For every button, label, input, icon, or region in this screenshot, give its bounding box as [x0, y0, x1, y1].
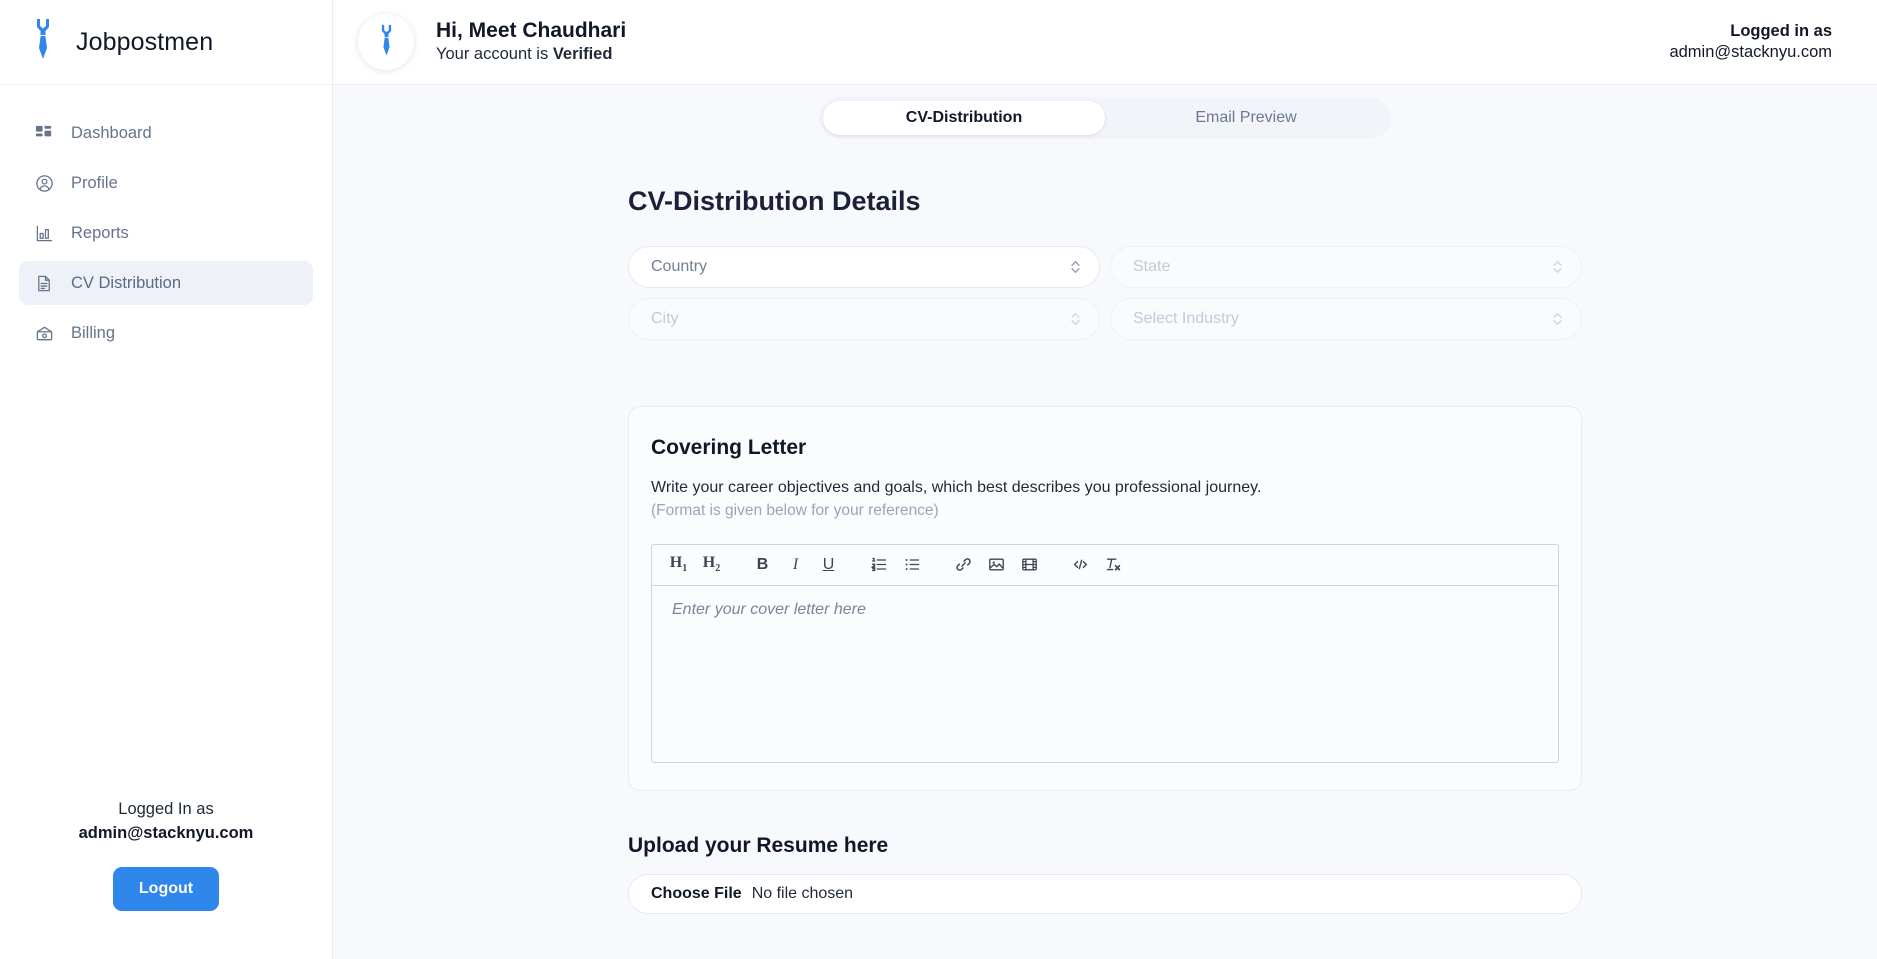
- sidebar-logged-in-email: admin@stacknyu.com: [78, 824, 254, 842]
- resume-file-input[interactable]: Choose File No file chosen: [628, 873, 1582, 914]
- content-scroll: CV-Distribution Email Preview CV-Distrib…: [333, 85, 1877, 959]
- bold-icon[interactable]: B: [747, 549, 778, 580]
- choose-file-button[interactable]: Choose File: [651, 885, 742, 903]
- sidebar-item-label: Billing: [71, 323, 116, 342]
- avatar[interactable]: [358, 14, 414, 70]
- main-area: Hi, Meet Chaudhari Your account is Verif…: [333, 0, 1877, 959]
- chevron-updown-icon: [1070, 311, 1081, 328]
- covering-letter-note: (Format is given below for your referenc…: [651, 502, 939, 520]
- ordered-list-icon[interactable]: [864, 549, 895, 580]
- sidebar-item-label: Profile: [71, 173, 118, 192]
- video-icon[interactable]: [1014, 549, 1045, 580]
- brand[interactable]: Jobpostmen: [0, 0, 332, 85]
- chevron-updown-icon: [1552, 311, 1563, 328]
- app-root: Jobpostmen Dashboard Profile Reports CV …: [0, 0, 1877, 959]
- sidebar-logged-in-label: Logged In as: [118, 800, 214, 818]
- grid-icon: [35, 124, 54, 143]
- sidebar-item-label: CV Distribution: [71, 273, 182, 292]
- image-icon[interactable]: [981, 549, 1012, 580]
- topbar: Hi, Meet Chaudhari Your account is Verif…: [333, 0, 1877, 85]
- industry-select-value: Select Industry: [1133, 310, 1239, 327]
- necktie-icon: [28, 18, 58, 66]
- state-select-value: State: [1133, 258, 1171, 275]
- greeting-block: Hi, Meet Chaudhari Your account is Verif…: [436, 18, 626, 66]
- brand-name: Jobpostmen: [76, 27, 214, 56]
- industry-select[interactable]: Select Industry: [1110, 298, 1582, 340]
- logged-in-as-label: Logged in as: [1730, 21, 1832, 40]
- sidebar-item-cv-distribution[interactable]: CV Distribution: [19, 261, 313, 305]
- document-icon: [35, 274, 54, 293]
- logout-button[interactable]: Logout: [112, 867, 220, 911]
- topbar-account-info: Logged in as admin@stacknyu.com: [1669, 21, 1832, 64]
- code-icon[interactable]: [1065, 549, 1096, 580]
- underline-icon[interactable]: U: [813, 549, 844, 580]
- link-icon[interactable]: [948, 549, 979, 580]
- greeting-text: Hi, Meet Chaudhari: [436, 19, 627, 43]
- city-select-value: City: [651, 310, 679, 327]
- sidebar-item-billing[interactable]: Billing: [19, 311, 313, 355]
- tab-switcher: CV-Distribution Email Preview: [819, 97, 1391, 139]
- chevron-updown-icon: [1552, 259, 1563, 276]
- heading-1-icon[interactable]: H1: [663, 549, 694, 580]
- city-select[interactable]: City: [628, 298, 1100, 340]
- tab-cv-distribution[interactable]: CV-Distribution: [823, 101, 1105, 135]
- covering-letter-card: Covering Letter Write your career object…: [628, 406, 1582, 791]
- status-badge: Verified: [552, 45, 613, 64]
- clear-format-icon[interactable]: [1098, 549, 1129, 580]
- logged-in-as-email: admin@stacknyu.com: [1669, 43, 1832, 61]
- upload-resume-title: Upload your Resume here: [628, 833, 889, 857]
- account-status-prefix: Your account is: [436, 45, 553, 64]
- tab-email-preview[interactable]: Email Preview: [1105, 101, 1387, 135]
- location-filters: Country State City Select Industry: [628, 246, 1582, 340]
- state-select[interactable]: State: [1110, 246, 1582, 288]
- chevron-updown-icon: [1070, 259, 1081, 276]
- bar-chart-icon: [35, 224, 54, 243]
- country-select[interactable]: Country: [628, 246, 1100, 288]
- sidebar-item-reports[interactable]: Reports: [19, 211, 313, 255]
- heading-2-icon[interactable]: H2: [696, 549, 727, 580]
- file-status-text: No file chosen: [751, 884, 854, 902]
- cv-distribution-panel: CV-Distribution Details Country State Ci…: [628, 139, 1582, 914]
- sidebar-nav: Dashboard Profile Reports CV Distributio…: [0, 85, 332, 355]
- wallet-icon: [35, 324, 54, 343]
- page-title: CV-Distribution Details: [628, 186, 921, 216]
- covering-letter-description: Write your career objectives and goals, …: [651, 479, 1262, 496]
- editor-toolbar: H1 H2 B I U: [652, 545, 1558, 586]
- unordered-list-icon[interactable]: [897, 549, 928, 580]
- sidebar: Jobpostmen Dashboard Profile Reports CV …: [0, 0, 333, 959]
- account-status: Your account is Verified: [436, 44, 626, 65]
- necktie-avatar-icon: [375, 24, 398, 61]
- cover-letter-input[interactable]: Enter your cover letter here: [652, 586, 1558, 762]
- italic-icon[interactable]: I: [780, 549, 811, 580]
- sidebar-item-dashboard[interactable]: Dashboard: [19, 111, 313, 155]
- covering-letter-title: Covering Letter: [651, 436, 807, 459]
- sidebar-item-label: Dashboard: [71, 123, 152, 142]
- sidebar-footer: Logged In as admin@stacknyu.com Logout: [0, 800, 332, 959]
- sidebar-item-label: Reports: [71, 223, 129, 242]
- sidebar-item-profile[interactable]: Profile: [19, 161, 313, 205]
- user-circle-icon: [35, 174, 54, 193]
- country-select-value: Country: [651, 258, 708, 275]
- rich-text-editor: H1 H2 B I U Enter your cover letter here: [651, 543, 1559, 763]
